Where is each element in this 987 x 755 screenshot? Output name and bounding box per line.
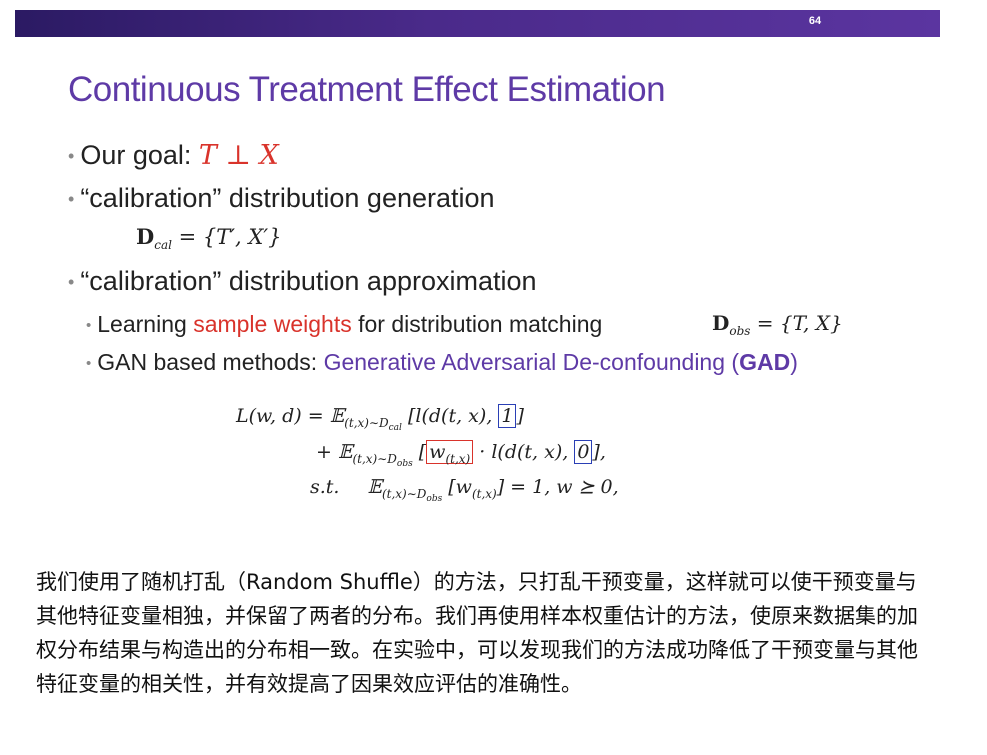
bullet-generation-text: “calibration” distribution generation (80, 183, 495, 213)
eq1-lhs: L(w, d) = 𝔼 (236, 405, 345, 427)
header-bar: 64 (15, 10, 940, 37)
obs-D: D (712, 311, 730, 335)
eq3-st: s.t. (310, 476, 340, 498)
weight-w: w (429, 441, 446, 463)
eq1-sub: (t,x)∼D (344, 415, 389, 430)
equation-line-1: L(w, d) = 𝔼(t,x)∼Dcal [l(d(t, x), 1] (236, 404, 524, 433)
obs-rest: = {T, X} (750, 311, 843, 335)
eq2-subsub: obs (396, 459, 413, 469)
bullet-approximation: • “calibration” distribution approximatio… (68, 266, 537, 297)
bullet-goal-text: Our goal: (80, 140, 199, 170)
eq2-sub: (t,x)∼D (352, 451, 397, 466)
goal-formula: T ⊥ X (198, 140, 279, 171)
calibration-formula: Dcal = {T′, X′} (136, 224, 281, 252)
sub2-prefix: GAN based methods: (97, 349, 324, 375)
slide-title: Continuous Treatment Effect Estimation (68, 70, 666, 109)
bullet-dot-icon: • (86, 355, 92, 373)
calibration-sub: cal (154, 238, 172, 253)
weight-box: w(t,x) (426, 440, 474, 466)
equation-line-3: s.t. 𝔼(t,x)∼Dobs [w(t,x)] = 1, w ⪰ 0, (310, 476, 619, 504)
bullet-dot-icon: • (68, 146, 75, 167)
caption-text: 我们使用了随机打乱（Random Shuffle）的方法，只打乱干预变量，这样就… (36, 570, 918, 696)
obs-formula: Dobs = {T, X} (712, 311, 843, 338)
weight-sub: (t,x) (445, 451, 471, 466)
equation-line-2: + 𝔼(t,x)∼Dobs [w(t,x) · l(d(t, x), 0], (316, 440, 606, 469)
sub-bullet-weights: • Learning sample weights for distributio… (86, 311, 602, 338)
eq1-end: ] (516, 405, 524, 427)
calibration-D: D (136, 224, 155, 249)
bullet-dot-icon: • (68, 189, 75, 210)
page-number: 64 (808, 15, 822, 27)
calibration-rest: = {T′, X′} (171, 225, 282, 249)
eq3-wsub: (t,x) (471, 486, 497, 501)
bullet-generation: • “calibration” distribution generation (68, 183, 495, 214)
eq1-mid: [l(d(t, x), (401, 405, 499, 427)
eq3-e: 𝔼 (367, 476, 382, 498)
eq2-lhs: + 𝔼 (316, 441, 353, 463)
bullet-goal: • Our goal: T ⊥ X (68, 140, 279, 171)
label-one-box: 1 (498, 404, 517, 428)
bullet-dot-icon: • (68, 272, 75, 293)
eq2-open: [ (412, 441, 427, 463)
sub1-highlight: sample weights (193, 311, 352, 337)
eq3-subsub: obs (426, 494, 443, 504)
eq2-end: ], (592, 441, 606, 463)
obs-sub: obs (729, 324, 751, 338)
bullet-approximation-text: “calibration” distribution approximation (80, 266, 537, 296)
sub2-highlight: Generative Adversarial De-confounding ( (323, 349, 740, 375)
eq2-mid: · l(d(t, x), (473, 441, 575, 463)
label-zero-box: 0 (574, 440, 593, 464)
sub1-suffix: for distribution matching (351, 311, 603, 337)
sub2-close: ) (790, 349, 798, 375)
sub-bullet-gan: • GAN based methods: Generative Adversari… (86, 349, 798, 376)
eq3-end: ] = 1, w ⪰ 0, (496, 476, 619, 498)
eq3-mid: [w (442, 476, 472, 498)
eq1-subsub: cal (388, 423, 402, 433)
sub2-bold: GAD (739, 349, 791, 375)
eq3-sub: (t,x)∼D (381, 486, 427, 501)
bullet-dot-icon: • (86, 317, 92, 335)
sub1-prefix: Learning (97, 311, 194, 337)
